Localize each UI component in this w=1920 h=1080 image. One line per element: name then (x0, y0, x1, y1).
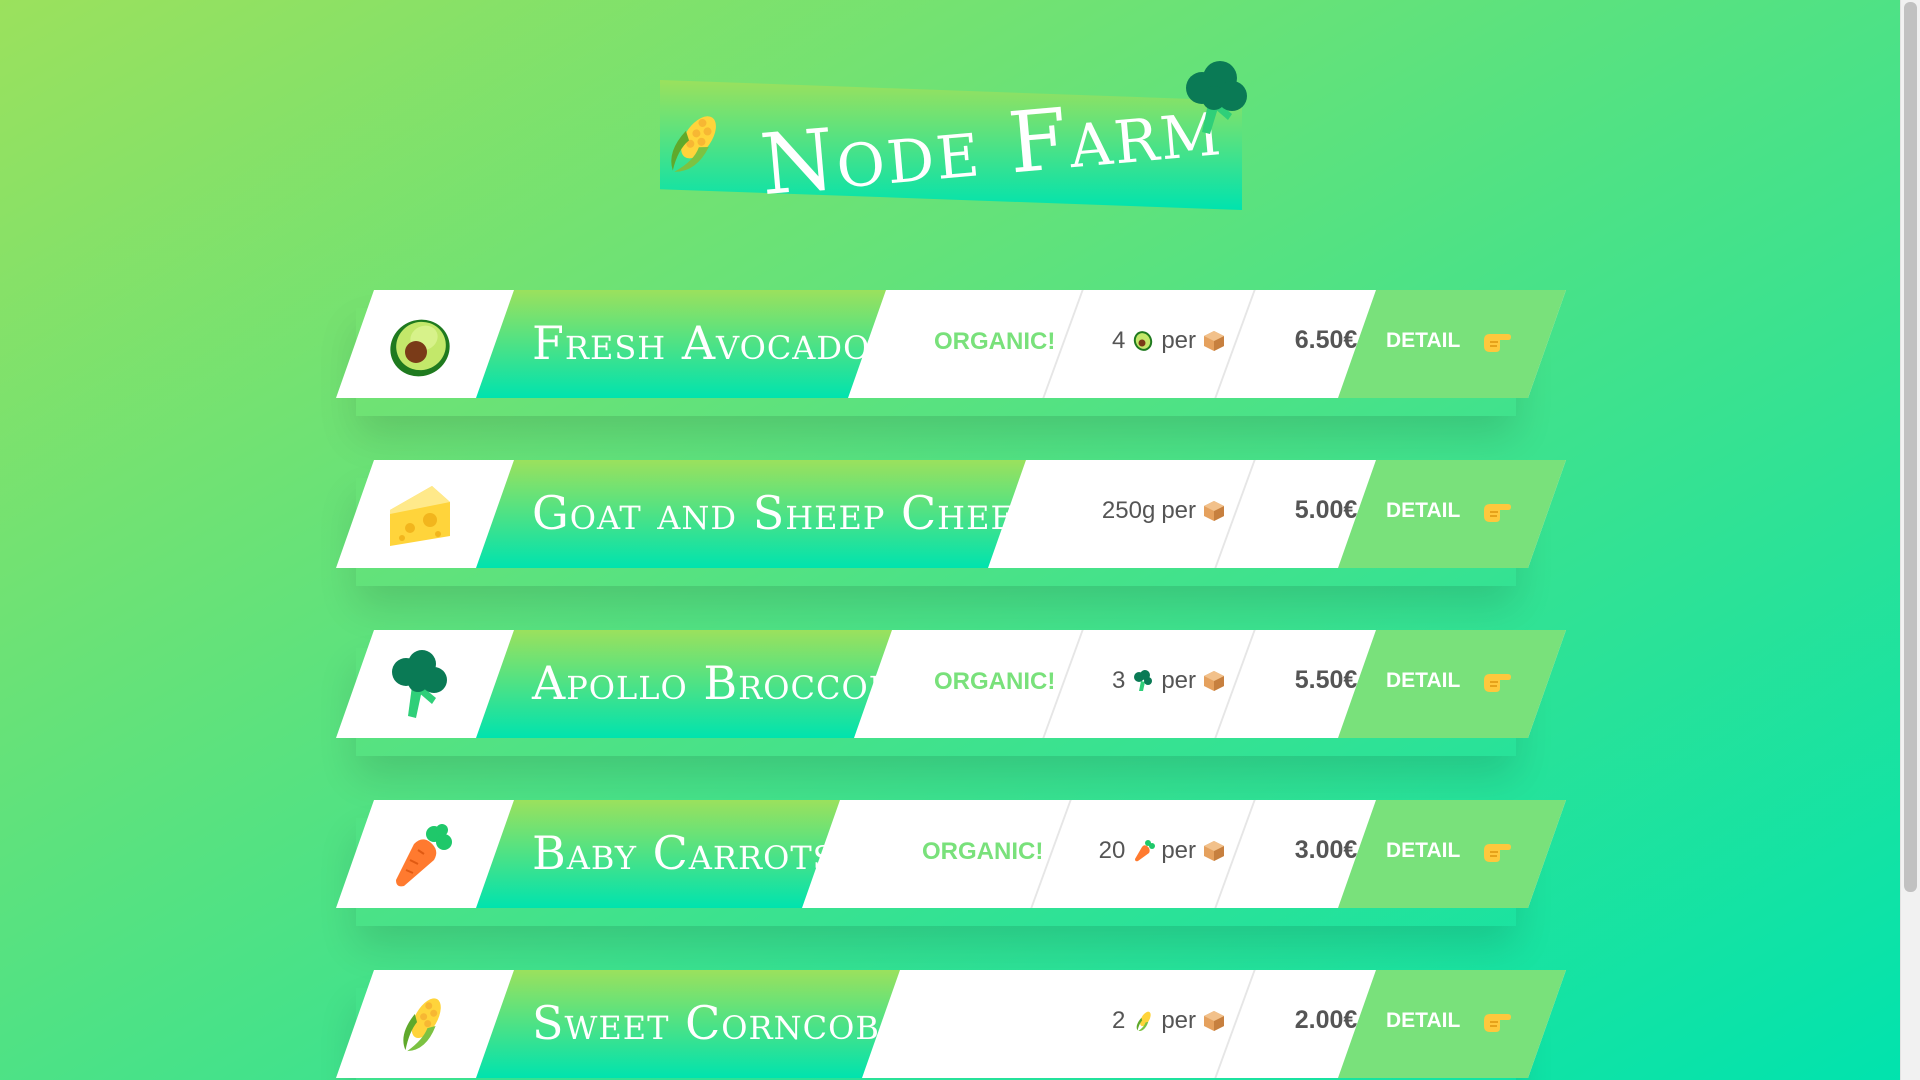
product-name: Apollo Broccoli (532, 656, 905, 710)
quantity-per: per (1161, 837, 1196, 864)
quantity-amount: 2 (1111, 1007, 1126, 1034)
product-name: Fresh Avocados (532, 316, 894, 370)
avocado-icon (1134, 331, 1153, 351)
organic-badge: ORGANIC! (934, 328, 1056, 355)
product-name: Sweet Corncobs (532, 996, 903, 1050)
pointing-hand-icon (1484, 504, 1512, 522)
product-card[interactable]: Baby Carrots ORGANIC! 20 per 3.00€ DETAI… (336, 800, 1566, 908)
product-card[interactable]: Sweet Corncobs 2 per 2.00€ DETAIL (336, 970, 1566, 1078)
corn-icon (1136, 1011, 1151, 1032)
package-icon (1204, 501, 1224, 521)
package-icon (1204, 331, 1224, 351)
page: Node Farm Fresh Avocados ORGANIC! 4 per … (0, 0, 1901, 1080)
quantity-per: per (1161, 327, 1196, 354)
scrollbar-thumb[interactable] (1904, 2, 1917, 892)
product-quantity: 250g per (1102, 497, 1226, 525)
cheese-icon (390, 486, 450, 546)
vertical-scrollbar[interactable] (1900, 0, 1920, 1080)
broccoli-icon (392, 650, 447, 718)
quantity-per: per (1161, 497, 1196, 524)
product-quantity: 3 per (1112, 667, 1226, 695)
product-quantity: 4 per (1112, 327, 1226, 355)
quantity-amount: 4 (1111, 327, 1126, 354)
detail-label: DETAIL (1386, 839, 1461, 862)
product-quantity: 20 per (1099, 837, 1226, 865)
detail-button[interactable]: DETAIL (1386, 1008, 1512, 1034)
pointing-hand-icon (1484, 334, 1512, 352)
product-name: Goat and Sheep Cheese (532, 486, 1063, 540)
avocado-icon (390, 319, 450, 377)
detail-label: DETAIL (1386, 499, 1461, 522)
product-quantity: 2 per (1112, 1007, 1226, 1035)
quantity-per: per (1161, 667, 1196, 694)
product-card[interactable]: Goat and Sheep Cheese 250g per 5.00€ DET… (336, 460, 1566, 568)
carrot-icon (1135, 840, 1156, 862)
corn-icon (671, 116, 716, 172)
detail-button[interactable]: DETAIL (1386, 668, 1512, 694)
quantity-amount: 250g (1101, 497, 1156, 524)
product-card[interactable]: Apollo Broccoli ORGANIC! 3 per 5.50€ DET… (336, 630, 1566, 738)
quantity-amount: 3 (1111, 667, 1126, 694)
detail-button[interactable]: DETAIL (1386, 328, 1512, 354)
detail-button[interactable]: DETAIL (1386, 498, 1512, 524)
detail-button[interactable]: DETAIL (1386, 838, 1512, 864)
package-icon (1204, 671, 1224, 691)
carrot-icon (396, 824, 452, 887)
detail-label: DETAIL (1386, 1009, 1461, 1032)
corn-icon (403, 998, 441, 1052)
package-icon (1204, 841, 1224, 861)
broccoli-icon (1134, 670, 1153, 691)
detail-label: DETAIL (1386, 329, 1461, 352)
organic-badge: ORGANIC! (934, 668, 1056, 695)
broccoli-icon (1186, 61, 1247, 134)
package-icon (1204, 1011, 1224, 1031)
product-name: Baby Carrots (532, 826, 836, 880)
pointing-hand-icon (1484, 1014, 1512, 1032)
detail-label: DETAIL (1386, 669, 1461, 692)
quantity-amount: 20 (1098, 837, 1126, 864)
organic-badge: ORGANIC! (922, 838, 1044, 865)
product-card[interactable]: Fresh Avocados ORGANIC! 4 per 6.50€ DETA… (336, 290, 1566, 398)
pointing-hand-icon (1484, 674, 1512, 692)
quantity-per: per (1161, 1007, 1196, 1034)
header: Node Farm (660, 61, 1260, 222)
pointing-hand-icon (1484, 844, 1512, 862)
